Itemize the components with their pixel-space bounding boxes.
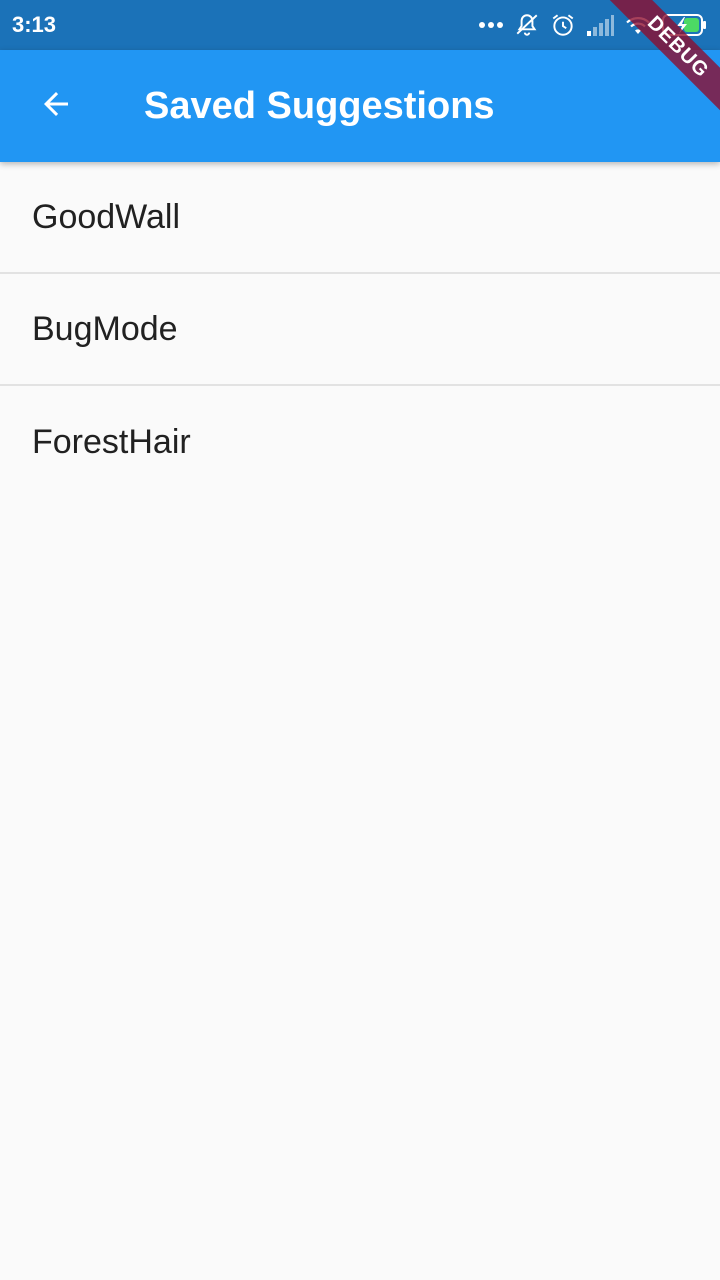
back-button[interactable] xyxy=(28,78,84,134)
signal-icon xyxy=(586,14,614,36)
screen: 3:13 Saved Suggestions GoodWall BugMode … xyxy=(0,0,720,1280)
notifications-off-icon xyxy=(514,12,540,38)
alarm-icon xyxy=(550,12,576,38)
app-bar: Saved Suggestions xyxy=(0,50,720,162)
saved-suggestions-list: GoodWall BugMode ForestHair xyxy=(0,162,720,498)
list-item[interactable]: BugMode xyxy=(0,274,720,386)
status-bar: 3:13 xyxy=(0,0,720,50)
battery-charging-icon xyxy=(662,13,708,37)
page-title: Saved Suggestions xyxy=(144,85,495,127)
status-icons xyxy=(478,10,708,40)
list-item-label: BugMode xyxy=(32,310,178,348)
arrow-left-icon xyxy=(38,86,74,127)
status-time: 3:13 xyxy=(12,12,57,37)
list-item-label: ForestHair xyxy=(32,423,191,461)
more-dots-icon xyxy=(478,21,504,29)
list-item-label: GoodWall xyxy=(32,198,181,236)
list-item[interactable]: GoodWall xyxy=(0,162,720,274)
wifi-icon xyxy=(624,14,652,36)
list-item[interactable]: ForestHair xyxy=(0,386,720,498)
